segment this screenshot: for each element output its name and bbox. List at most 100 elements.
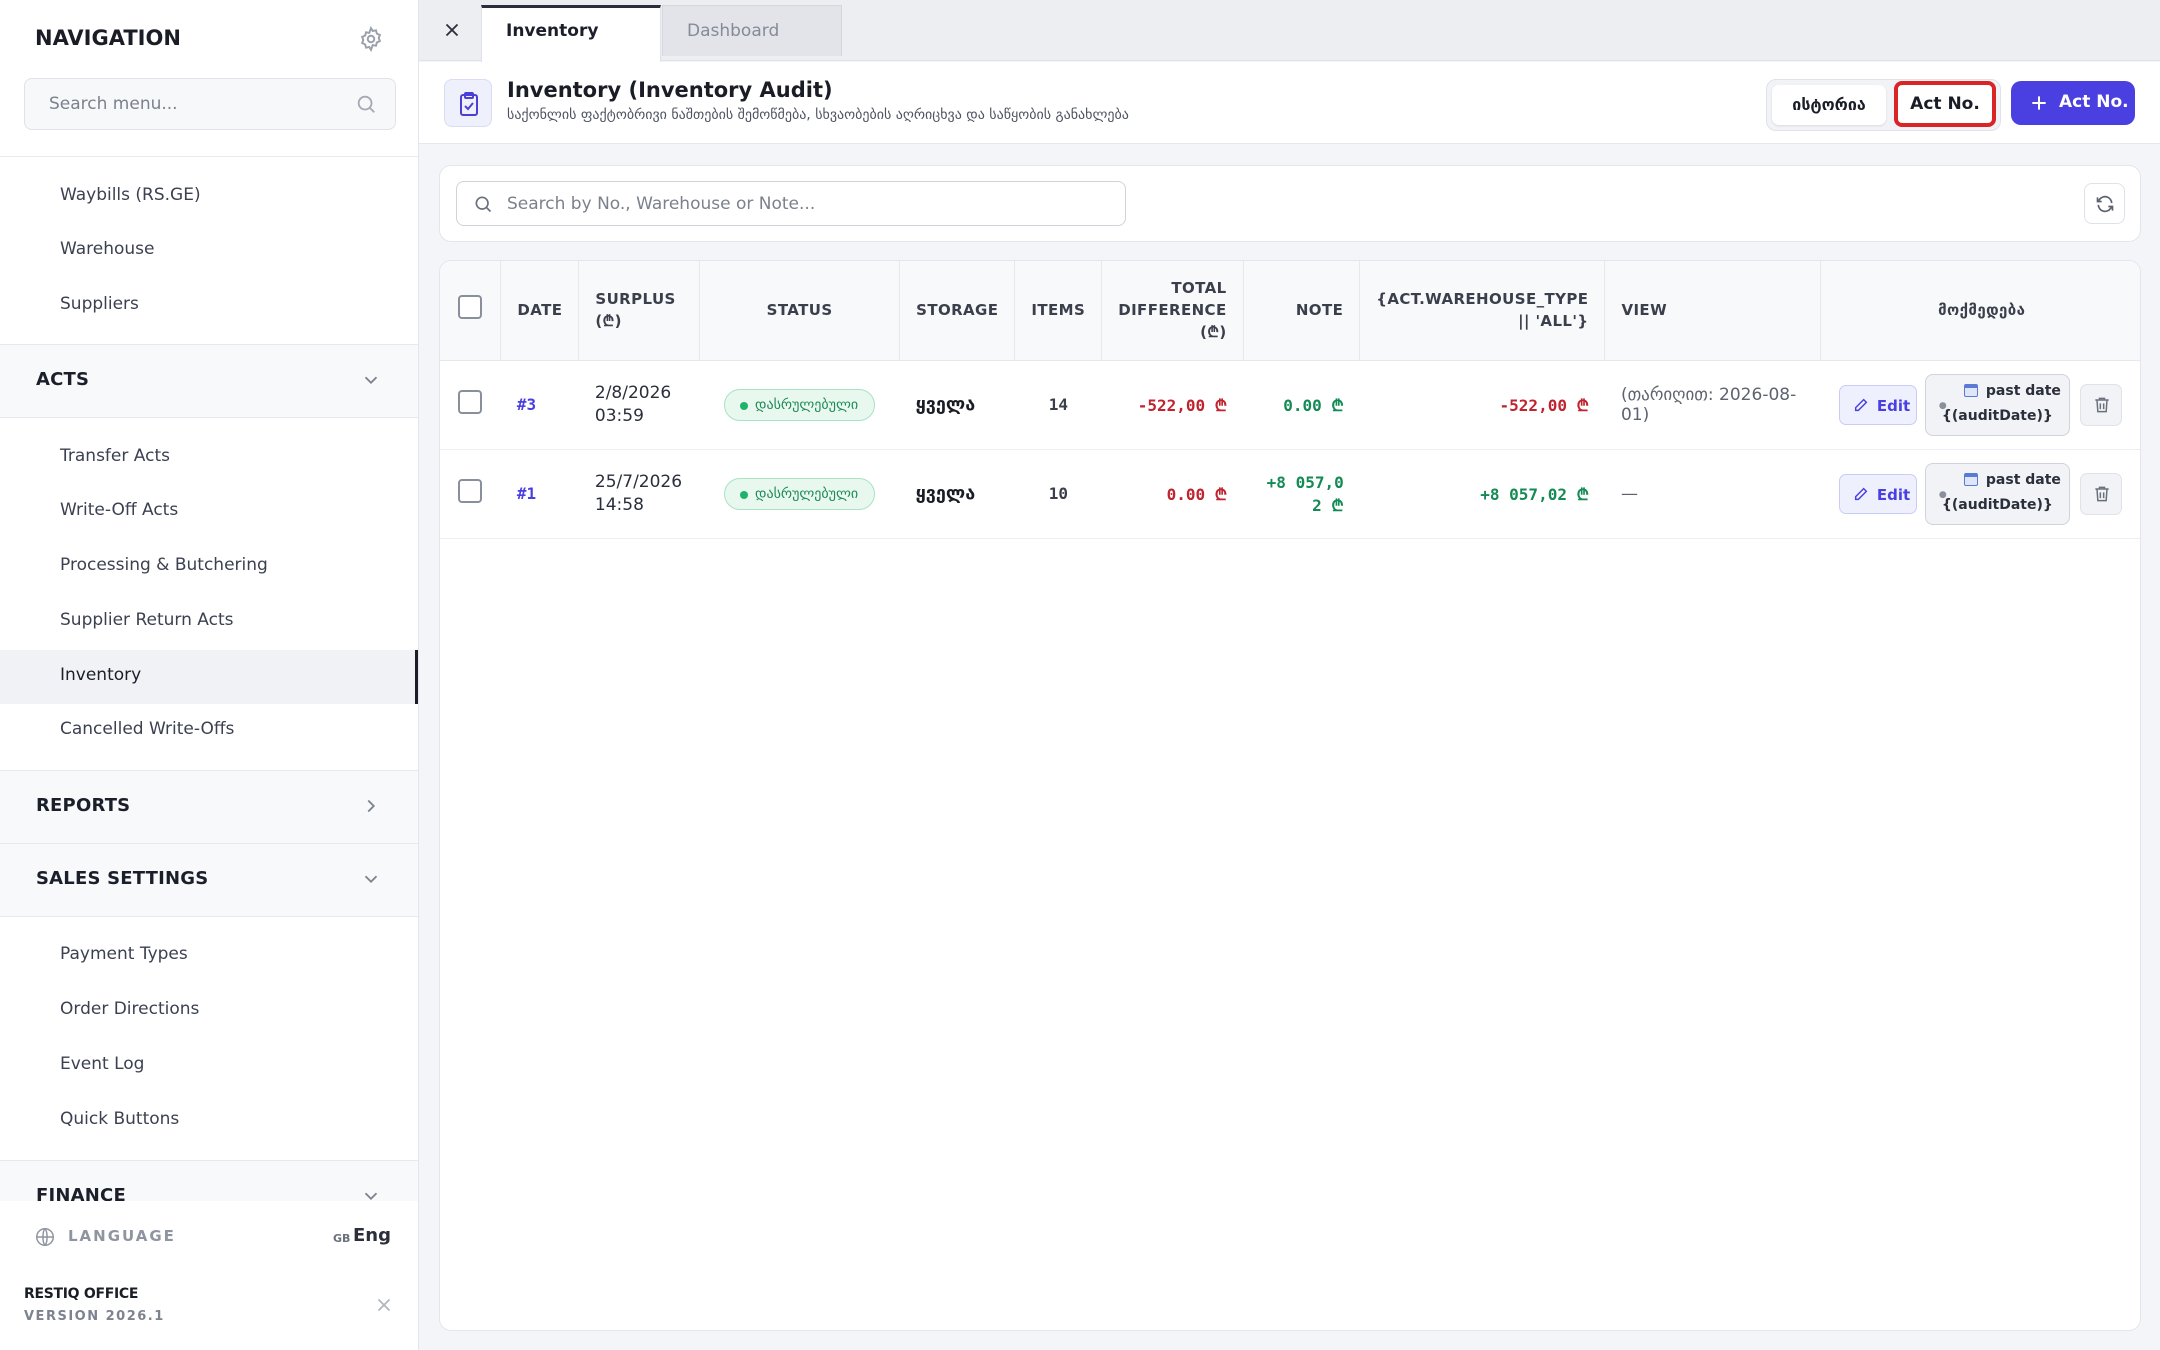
past-date-button[interactable]: ● past date {(auditDate)} <box>1924 373 2070 436</box>
sidebar-item-transfer-acts[interactable]: Transfer Acts <box>0 431 418 485</box>
col-view[interactable]: VIEW <box>1604 261 1822 361</box>
refresh-button[interactable] <box>2084 183 2125 224</box>
row-note: -522,00 ₾ <box>1359 360 1605 450</box>
new-act-button[interactable]: Act No. <box>2011 81 2135 125</box>
sidebar-item-label: Inventory <box>60 665 142 685</box>
col-actions: მოქმედება <box>1820 261 2140 361</box>
divider <box>0 916 418 917</box>
select-all-checkbox[interactable] <box>458 295 482 320</box>
sidebar-item-inventory[interactable]: Inventory <box>0 650 418 704</box>
row-view: — <box>1604 449 1821 539</box>
history-button[interactable]: ისტორია <box>1772 85 1886 125</box>
sidebar-item-processing[interactable]: Processing & Butchering <box>0 540 418 594</box>
history-button-label: ისტორია <box>1792 95 1866 114</box>
sidebar-section-sales-settings[interactable]: SALES SETTINGS <box>0 844 418 916</box>
plus-icon <box>2032 96 2046 110</box>
col-surplus[interactable]: SURPLUS (₾) <box>578 261 701 361</box>
row-items: 14 <box>1014 360 1102 450</box>
row-items: 10 <box>1014 449 1102 539</box>
section-label: SALES SETTINGS <box>36 868 209 889</box>
col-items[interactable]: ITEMS <box>1014 261 1103 361</box>
sidebar-item-waybills[interactable]: Waybills (RS.GE) <box>0 170 418 224</box>
row-view: (თარიღით: 2026-08-01) <box>1604 360 1821 450</box>
app-version: VERSION 2026.1 <box>24 1309 165 1324</box>
col-status[interactable]: STATUS <box>699 261 901 361</box>
col-date[interactable]: DATE <box>500 261 580 361</box>
sidebar-item-event-log[interactable]: Event Log <box>0 1039 418 1093</box>
sidebar-item-label: Processing & Butchering <box>60 555 268 575</box>
sidebar-item-suppliers[interactable]: Suppliers <box>0 279 418 333</box>
col-note[interactable]: NOTE <box>1243 261 1361 361</box>
sidebar-item-label: Event Log <box>60 1054 145 1074</box>
sidebar-item-label: Write-Off Acts <box>60 500 179 520</box>
calendar-icon <box>1963 383 1978 397</box>
language-value[interactable]: Eng <box>353 1225 391 1246</box>
sidebar-item-quick-buttons[interactable]: Quick Buttons <box>0 1094 418 1148</box>
sidebar-item-label: Transfer Acts <box>60 446 170 466</box>
page-subtitle: საქონლის ფაქტობრივი ნაშთების შემოწმება, … <box>507 107 1129 123</box>
brand-name: RESTIQ OFFICE <box>24 1286 139 1302</box>
search-icon <box>475 196 492 213</box>
close-icon[interactable] <box>373 1294 395 1316</box>
col-total-difference[interactable]: TOTAL DIFFERENCE (₾) <box>1101 261 1244 361</box>
sidebar-item-cancelled-write-offs[interactable]: Cancelled Write-Offs <box>0 704 418 758</box>
row-surplus: 0.00 ₾ <box>1101 449 1244 539</box>
chevron-right-icon <box>367 799 376 813</box>
past-date-label: past date <box>1985 471 2061 488</box>
close-tab-icon[interactable] <box>441 19 463 41</box>
sidebar-item-label: Cancelled Write-Offs <box>60 719 235 739</box>
sidebar-section-finance[interactable]: FINANCE <box>0 1161 418 1201</box>
tab-dashboard[interactable]: Dashboard <box>662 5 842 56</box>
menu-search-input[interactable]: Search menu... <box>24 78 396 130</box>
divider <box>0 156 418 157</box>
act-number-button[interactable]: Act No. <box>1894 81 1996 127</box>
table-row[interactable]: #3 2/8/2026 03:59 დასრულებული ყველა 14 -5… <box>440 360 2140 450</box>
sidebar-item-supplier-return[interactable]: Supplier Return Acts <box>0 595 418 649</box>
tab-inventory[interactable]: Inventory <box>481 5 661 62</box>
sidebar-item-write-off-acts[interactable]: Write-Off Acts <box>0 485 418 539</box>
page-title: Inventory (Inventory Audit) <box>507 78 833 102</box>
edit-button[interactable]: Edit <box>1838 384 1917 425</box>
delete-button[interactable] <box>2079 383 2122 426</box>
row-checkbox[interactable] <box>458 390 482 414</box>
table-row[interactable]: #1 25/7/2026 14:58 დასრულებული ყველა 10 0… <box>440 449 2140 539</box>
page-header: Inventory (Inventory Audit) საქონლის ფაქ… <box>419 62 2160 144</box>
language-label: LANGUAGE <box>68 1227 176 1245</box>
sidebar-item-label: Suppliers <box>60 294 139 314</box>
edit-button[interactable]: Edit <box>1838 473 1917 514</box>
sidebar-item-label: Order Directions <box>60 999 200 1019</box>
row-checkbox[interactable] <box>458 479 482 503</box>
trash-icon <box>2095 486 2109 501</box>
sidebar-item-warehouse[interactable]: Warehouse <box>0 224 418 278</box>
past-date-label: past date <box>1985 382 2061 399</box>
col-storage[interactable]: STORAGE <box>899 261 1016 361</box>
globe-icon <box>36 1228 54 1246</box>
search-input[interactable]: Search by No., Warehouse or Note... <box>456 181 1126 226</box>
sidebar: NAVIGATION Search menu... Waybills (RS.G… <box>0 0 419 1350</box>
sidebar-item-payment-types[interactable]: Payment Types <box>0 929 418 983</box>
act-number-link[interactable]: #1 <box>517 484 536 503</box>
delete-button[interactable] <box>2079 472 2122 515</box>
sidebar-section-reports[interactable]: REPORTS <box>0 771 418 843</box>
row-time: 14:58 <box>594 494 644 515</box>
inventory-table: DATE SURPLUS (₾) STATUS STORAGE ITEMS TO… <box>440 261 2140 539</box>
sidebar-item-label: Quick Buttons <box>60 1109 180 1129</box>
sidebar-item-order-directions[interactable]: Order Directions <box>0 984 418 1038</box>
gear-icon[interactable] <box>358 26 384 52</box>
sidebar-section-acts[interactable]: ACTS <box>0 345 418 417</box>
edit-button-label: Edit <box>1876 396 1911 415</box>
pencil-icon <box>1854 398 1868 411</box>
past-date-button[interactable]: ● past date {(auditDate)} <box>1924 462 2070 525</box>
row-time: 03:59 <box>594 405 644 426</box>
language-selector[interactable]: LANGUAGE GB Eng <box>0 1212 418 1264</box>
row-storage: ყველა <box>915 483 976 504</box>
sidebar-item-label: Supplier Return Acts <box>60 610 234 630</box>
trash-icon <box>2095 397 2109 412</box>
row-date: 25/7/2026 <box>594 471 683 492</box>
new-act-button-label: Act No. <box>2059 92 2129 112</box>
chevron-down-icon <box>364 1192 378 1201</box>
act-number-link[interactable]: #3 <box>517 395 536 414</box>
chevron-down-icon <box>364 376 378 385</box>
col-warehouse-type[interactable]: {ACT.WAREHOUSE_TYPE || 'ALL'} <box>1359 261 1606 361</box>
act-number-button-label: Act No. <box>1910 94 1980 114</box>
